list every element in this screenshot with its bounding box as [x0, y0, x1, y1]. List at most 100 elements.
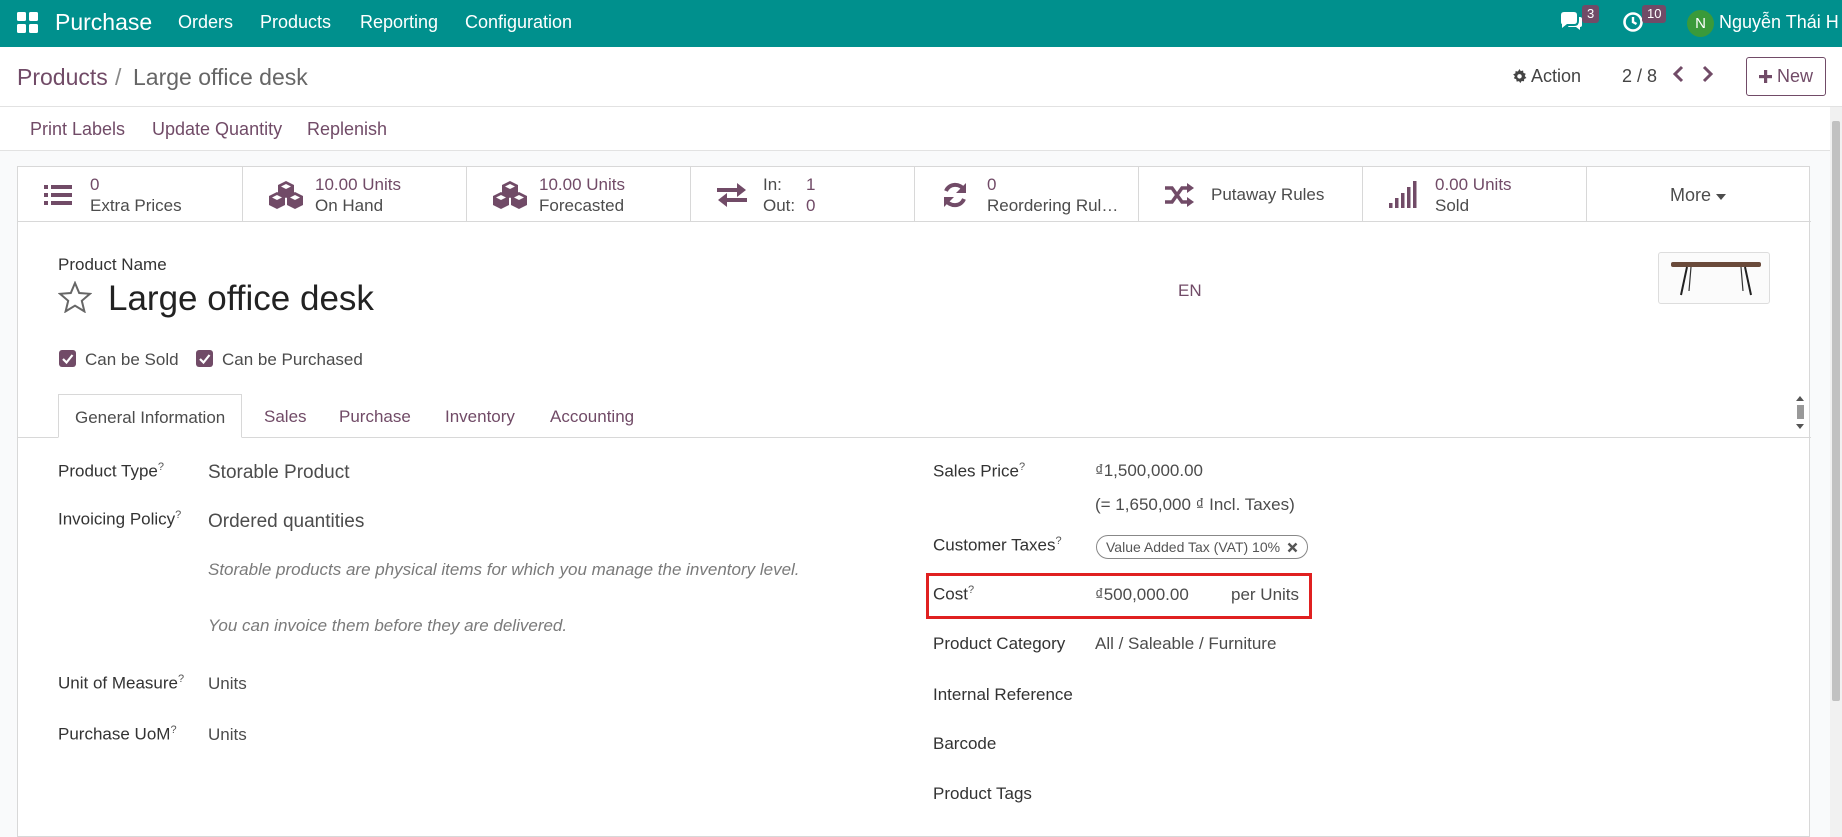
cubes-icon: [493, 181, 527, 209]
barcode-label: Barcode: [933, 734, 997, 753]
form-sheet: 0 Extra Prices 10.00 Units On Hand 10.00…: [17, 166, 1811, 837]
plus-icon: [1758, 70, 1772, 83]
out-label: Out:: [763, 196, 796, 215]
messages-badge: 3: [1582, 5, 1600, 23]
on-hand-label: On Hand: [315, 196, 384, 215]
replenish-button[interactable]: Replenish: [307, 119, 387, 140]
product-type-value[interactable]: Storable Product: [208, 462, 350, 484]
product-category-label: Product Category: [933, 634, 1066, 653]
tab-general-information[interactable]: General Information: [58, 394, 243, 438]
scrollbar-thumb[interactable]: [1832, 121, 1840, 701]
on-hand-value: 10.00 Units: [315, 175, 401, 194]
action-bar: Print Labels Update Quantity Replenish: [0, 107, 1842, 151]
menu-products[interactable]: Products: [260, 12, 331, 33]
page-scrollbar[interactable]: [1830, 107, 1842, 837]
apps-menu-icon[interactable]: [17, 12, 39, 39]
more-button[interactable]: More: [1670, 185, 1727, 206]
reordering-rules-label: Reordering Rul…: [987, 196, 1119, 215]
product-type-label: Product Type?: [58, 461, 164, 481]
in-out-button[interactable]: In: 1 Out: 0: [691, 167, 915, 222]
new-button[interactable]: New: [1746, 57, 1826, 96]
favorite-star-icon[interactable]: [57, 280, 93, 318]
forecasted-value: 10.00 Units: [539, 175, 625, 194]
cost-value[interactable]: ₫500,000.00: [1095, 585, 1189, 605]
sold-value: 0.00 Units: [1435, 175, 1512, 194]
sold-button[interactable]: 0.00 Units Sold: [1363, 167, 1587, 222]
unit-of-measure-value[interactable]: Units: [208, 674, 247, 694]
tab-purchase[interactable]: Purchase: [339, 394, 411, 438]
invoicing-help-note: You can invoice them before they are del…: [208, 616, 568, 635]
product-tags-label: Product Tags: [933, 784, 1032, 803]
extra-prices-label: Extra Prices: [90, 196, 182, 215]
control-panel: Products / Large office desk Action 2 / …: [0, 47, 1842, 107]
refresh-icon: [941, 181, 969, 209]
breadcrumb-separator: /: [115, 64, 122, 90]
tab-sales[interactable]: Sales: [264, 394, 307, 438]
price-incl-taxes: (= 1,650,000 ₫ Incl. Taxes): [1095, 495, 1295, 514]
activities-badge: 10: [1642, 5, 1667, 23]
on-hand-button[interactable]: 10.00 Units On Hand: [243, 167, 467, 222]
can-be-purchased-label: Can be Purchased: [222, 350, 363, 369]
sold-label: Sold: [1435, 196, 1470, 215]
invoicing-policy-label: Invoicing Policy?: [58, 509, 182, 529]
breadcrumb-products[interactable]: Products: [17, 64, 108, 91]
in-label: In:: [763, 175, 782, 194]
menu-configuration[interactable]: Configuration: [465, 12, 572, 33]
language-button[interactable]: EN: [1178, 281, 1202, 301]
reordering-rules-count: 0: [987, 175, 997, 194]
forecasted-label: Forecasted: [539, 196, 625, 215]
app-name[interactable]: Purchase: [55, 9, 152, 36]
customer-taxes-label: Customer Taxes?: [933, 535, 1062, 555]
product-category-value[interactable]: All / Saleable / Furniture: [1095, 634, 1276, 654]
new-label: New: [1777, 66, 1814, 86]
cost-unit: per Units: [1231, 585, 1300, 604]
extra-prices-button[interactable]: 0 Extra Prices: [18, 167, 243, 222]
purchase-uom-value[interactable]: Units: [208, 725, 247, 745]
pager-previous-icon[interactable]: [1672, 65, 1684, 89]
pager-value[interactable]: 2 / 8: [1622, 66, 1657, 87]
tabs-scroll-arrows-icon[interactable]: [1794, 395, 1806, 431]
putaway-rules-button[interactable]: Putaway Rules: [1139, 167, 1363, 222]
product-image[interactable]: [1658, 252, 1770, 304]
invoicing-policy-value[interactable]: Ordered quantities: [208, 511, 364, 533]
smart-buttons: 0 Extra Prices 10.00 Units On Hand 10.00…: [18, 167, 1811, 222]
in-value: 1: [806, 175, 816, 194]
caret-down-icon: [1716, 194, 1727, 200]
putaway-rules-label: Putaway Rules: [1211, 185, 1325, 204]
product-type-help-note: Storable products are physical items for…: [208, 560, 800, 579]
notebook-tabs: General Information Sales Purchase Inven…: [18, 394, 1811, 438]
customer-tax-tag[interactable]: Value Added Tax (VAT) 10%: [1096, 535, 1308, 559]
product-name-field[interactable]: Large office desk: [108, 279, 374, 319]
signal-icon: [1389, 181, 1417, 209]
more-label: More: [1670, 185, 1712, 205]
tab-accounting[interactable]: Accounting: [550, 394, 634, 438]
tab-inventory[interactable]: Inventory: [445, 394, 515, 438]
purchase-uom-label: Purchase UoM?: [58, 724, 177, 744]
update-quantity-button[interactable]: Update Quantity: [152, 119, 282, 140]
forecasted-button[interactable]: 10.00 Units Forecasted: [467, 167, 691, 222]
extra-prices-count: 0: [90, 175, 100, 194]
list-icon: [44, 181, 72, 209]
menu-orders[interactable]: Orders: [178, 12, 233, 33]
can-be-purchased-checkbox[interactable]: [196, 350, 213, 367]
activities-icon[interactable]: [1622, 11, 1644, 38]
user-name[interactable]: Nguyễn Thái H: [1719, 12, 1839, 33]
reordering-rules-button[interactable]: 0 Reordering Rul…: [915, 167, 1139, 222]
avatar[interactable]: N: [1687, 10, 1714, 37]
can-be-sold-checkbox[interactable]: [59, 350, 76, 367]
unit-of-measure-label: Unit of Measure?: [58, 673, 185, 693]
messages-icon[interactable]: [1559, 11, 1583, 38]
pager-next-icon[interactable]: [1702, 65, 1714, 89]
remove-tag-icon[interactable]: [1287, 542, 1298, 553]
random-icon: [1165, 181, 1194, 209]
sales-price-label: Sales Price?: [933, 461, 1026, 481]
action-label: Action: [1531, 66, 1582, 86]
print-labels-button[interactable]: Print Labels: [30, 119, 125, 140]
action-button[interactable]: Action: [1512, 66, 1581, 87]
out-value: 0: [806, 196, 816, 215]
menu-reporting[interactable]: Reporting: [360, 12, 438, 33]
product-name-label: Product Name: [58, 255, 167, 274]
sales-price-value[interactable]: ₫1,500,000.00: [1095, 461, 1203, 481]
exchange-icon: [717, 181, 747, 209]
cubes-icon: [269, 181, 303, 209]
